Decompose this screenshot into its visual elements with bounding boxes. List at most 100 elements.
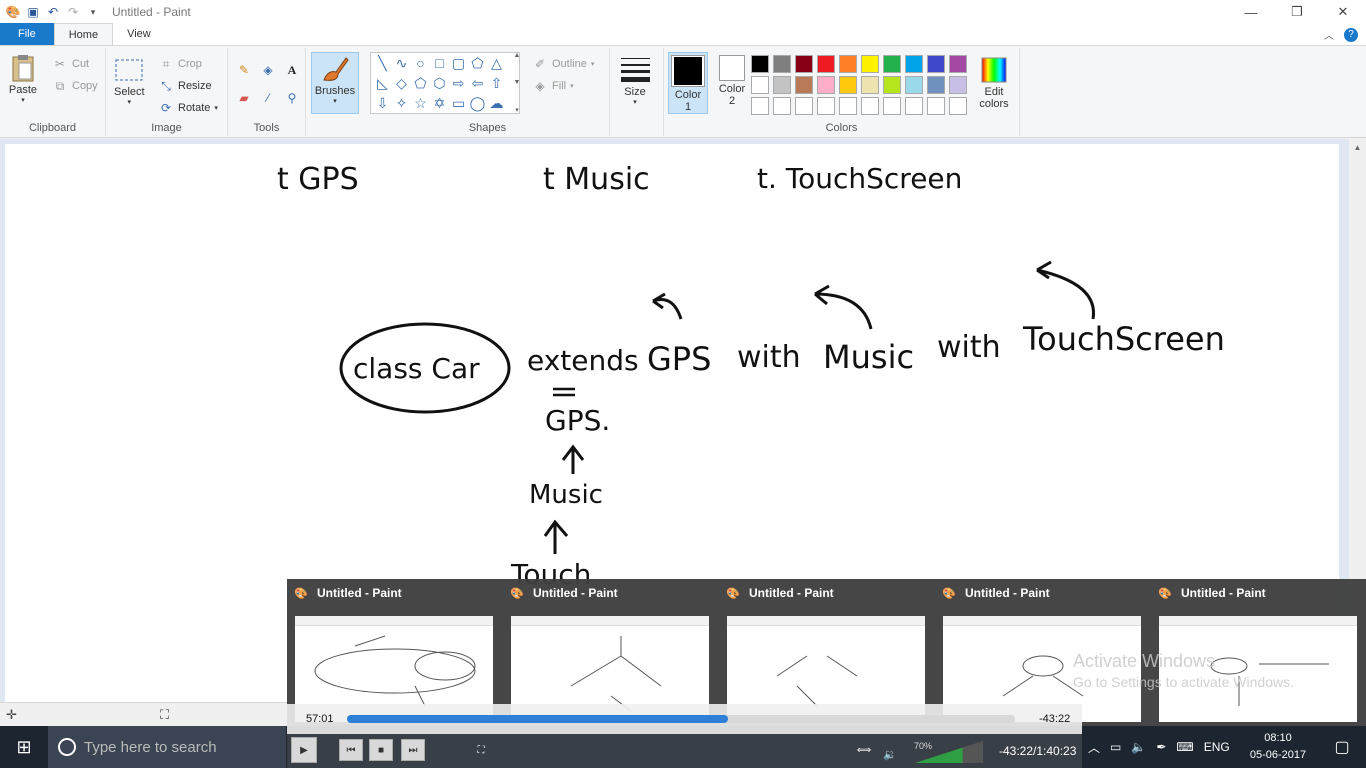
color-swatch[interactable]: [949, 55, 967, 73]
minimize-button[interactable]: —: [1228, 0, 1274, 24]
scroll-down-icon[interactable]: ▼: [514, 79, 521, 86]
right-triangle-shape-icon[interactable]: ◺: [373, 73, 392, 93]
crop-button[interactable]: ⌗ Crop: [158, 56, 202, 72]
down-arrow-shape-icon[interactable]: ⇩: [373, 93, 392, 113]
save-icon[interactable]: ▣: [26, 5, 40, 19]
copy-button[interactable]: ⧉ Copy: [52, 78, 98, 94]
redo-icon[interactable]: ↷: [66, 5, 80, 19]
close-button[interactable]: ✕: [1320, 0, 1366, 24]
stop-button[interactable]: ■: [369, 739, 393, 761]
color-swatch[interactable]: [883, 55, 901, 73]
scroll-up-icon[interactable]: ▲: [514, 52, 521, 59]
color-swatch[interactable]: [949, 97, 967, 115]
color-swatch[interactable]: [861, 97, 879, 115]
resize-button[interactable]: ⤡ Resize: [158, 78, 211, 94]
fullscreen-button[interactable]: ⛶: [469, 739, 493, 761]
hexagon-shape-icon[interactable]: ⬡: [430, 73, 449, 93]
color-swatch[interactable]: [839, 55, 857, 73]
color-swatch[interactable]: [927, 55, 945, 73]
color-swatch[interactable]: [751, 76, 769, 94]
color-swatch[interactable]: [883, 97, 901, 115]
cloud-callout-shape-icon[interactable]: ☁: [487, 93, 506, 113]
fill-bucket-icon[interactable]: ◈: [260, 62, 276, 78]
keyboard-icon[interactable]: ⌨: [1176, 740, 1193, 754]
color2-selector[interactable]: Color 2: [712, 52, 752, 114]
color-swatch[interactable]: [773, 55, 791, 73]
color-swatch[interactable]: [817, 76, 835, 94]
battery-icon[interactable]: ▭: [1110, 740, 1121, 754]
color-swatch[interactable]: [883, 76, 901, 94]
size-button[interactable]: Size ▾: [620, 54, 650, 106]
action-center-icon[interactable]: ▢: [1318, 726, 1366, 768]
pencil-icon[interactable]: ✎: [236, 62, 252, 78]
color-picker-icon[interactable]: ⁄: [260, 90, 276, 106]
collapse-ribbon-icon[interactable]: ︿: [1324, 27, 1334, 42]
tab-view[interactable]: View: [113, 23, 165, 45]
rectangle-shape-icon[interactable]: □: [430, 53, 449, 73]
color-swatch[interactable]: [905, 97, 923, 115]
expand-gallery-icon[interactable]: ▾: [515, 106, 519, 114]
color-swatch[interactable]: [927, 76, 945, 94]
seek-bar[interactable]: [347, 715, 1015, 723]
paste-button[interactable]: Paste ▾: [8, 52, 38, 104]
scroll-up-arrow[interactable]: ▲: [1349, 139, 1366, 156]
start-button[interactable]: ⊞: [0, 726, 48, 768]
line-shape-icon[interactable]: ╲: [373, 53, 392, 73]
pen-icon[interactable]: ✒: [1156, 740, 1166, 754]
color-swatch[interactable]: [949, 76, 967, 94]
color-swatch[interactable]: [839, 97, 857, 115]
color-swatch[interactable]: [839, 76, 857, 94]
fill-button[interactable]: ◈ Fill ▾: [532, 78, 573, 94]
language-indicator[interactable]: ENG: [1204, 740, 1230, 754]
oval-callout-shape-icon[interactable]: ◯: [468, 93, 487, 113]
select-button[interactable]: Select ▾: [114, 54, 145, 106]
show-hidden-icons-icon[interactable]: ︿: [1088, 739, 1100, 756]
outline-button[interactable]: ✐ Outline ▾: [532, 56, 594, 72]
color-swatch[interactable]: [817, 55, 835, 73]
undo-icon[interactable]: ↶: [46, 5, 60, 19]
color-swatch[interactable]: [773, 97, 791, 115]
tab-file[interactable]: File: [0, 23, 54, 45]
text-tool-icon[interactable]: A: [284, 62, 300, 78]
color-swatch[interactable]: [927, 97, 945, 115]
previous-button[interactable]: ⏮: [339, 739, 363, 761]
color-swatch[interactable]: [795, 97, 813, 115]
eraser-icon[interactable]: ▰: [236, 90, 252, 106]
maximize-button[interactable]: ❐: [1274, 0, 1320, 24]
playback-speed-button[interactable]: ⟺: [852, 739, 876, 761]
speaker-icon[interactable]: 🔈: [1131, 740, 1146, 754]
oval-shape-icon[interactable]: ○: [411, 53, 430, 73]
polygon-shape-icon[interactable]: ⬠: [468, 53, 487, 73]
four-point-star-shape-icon[interactable]: ✧: [392, 93, 411, 113]
rounded-callout-shape-icon[interactable]: ▭: [449, 93, 468, 113]
magnifier-icon[interactable]: ⚲: [284, 90, 300, 106]
color1-selector[interactable]: Color 1: [668, 52, 708, 114]
color-swatch[interactable]: [795, 76, 813, 94]
color-swatch[interactable]: [861, 76, 879, 94]
next-button[interactable]: ⏭: [401, 739, 425, 761]
volume-icon[interactable]: 🔉: [883, 748, 897, 761]
right-arrow-shape-icon[interactable]: ⇨: [449, 73, 468, 93]
color-swatch[interactable]: [861, 55, 879, 73]
color-swatch[interactable]: [751, 97, 769, 115]
brushes-button[interactable]: Brushes ▾: [311, 52, 359, 114]
left-arrow-shape-icon[interactable]: ⇦: [468, 73, 487, 93]
help-icon[interactable]: ?: [1344, 27, 1358, 42]
rotate-button[interactable]: ⟳ Rotate ▾: [158, 100, 218, 116]
color-swatch[interactable]: [817, 97, 835, 115]
color-swatch[interactable]: [795, 55, 813, 73]
volume-slider[interactable]: [915, 741, 983, 763]
five-point-star-shape-icon[interactable]: ☆: [411, 93, 430, 113]
play-button[interactable]: ▶: [291, 737, 317, 763]
edit-colors-button[interactable]: Edit colors: [974, 54, 1014, 110]
customize-toolbar-icon[interactable]: ▾: [86, 5, 100, 19]
rounded-rectangle-shape-icon[interactable]: ▢: [449, 53, 468, 73]
color-swatch[interactable]: [905, 76, 923, 94]
color-swatch[interactable]: [905, 55, 923, 73]
shapes-scroll[interactable]: ▲ ▼ ▾: [512, 52, 522, 114]
paint-app-icon[interactable]: 🎨: [6, 5, 21, 19]
clock[interactable]: 08:10 05-06-2017: [1248, 730, 1308, 764]
up-arrow-shape-icon[interactable]: ⇧: [487, 73, 506, 93]
triangle-shape-icon[interactable]: △: [487, 53, 506, 73]
color-swatch[interactable]: [751, 55, 769, 73]
